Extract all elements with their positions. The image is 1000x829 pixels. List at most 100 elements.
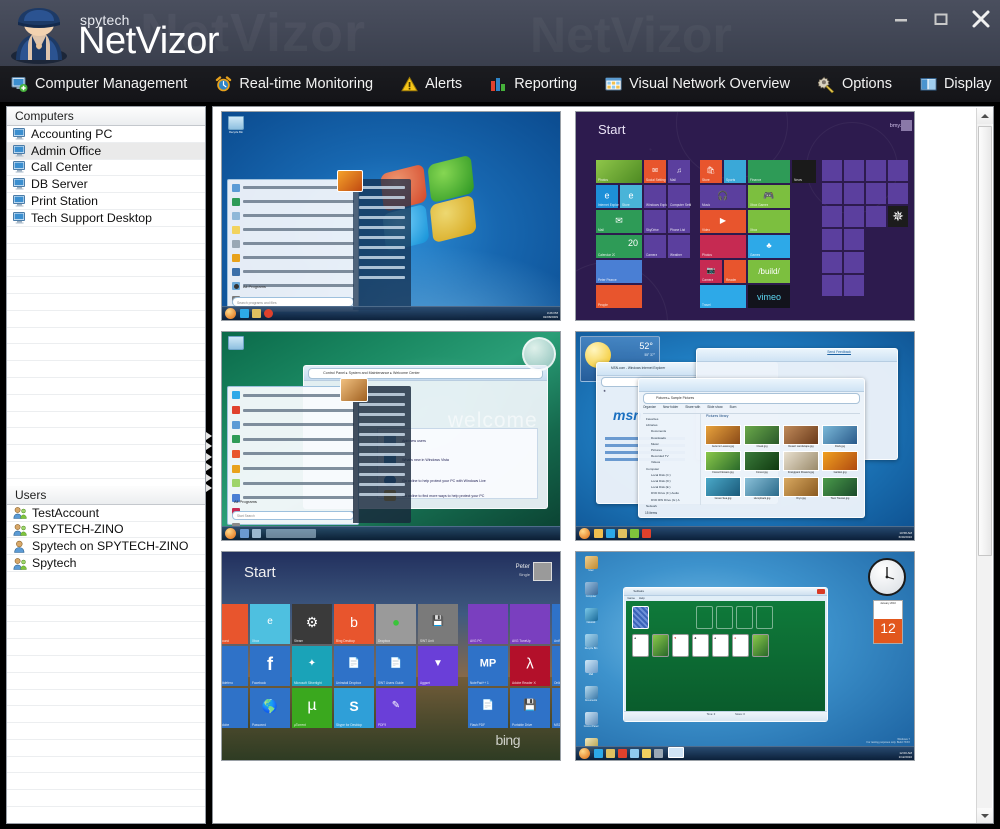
toolbar-burn[interactable]: Burn (730, 405, 737, 413)
menu-item-real-time-monitoring[interactable]: Real-time Monitoring (201, 66, 387, 102)
tile-notepad[interactable]: MPNotePad++ 1 (468, 646, 508, 686)
tile[interactable]: Phone List (668, 210, 690, 233)
tile[interactable]: eXbox (250, 604, 290, 644)
app-tile[interactable] (888, 183, 908, 204)
thumbnail-windows81-start[interactable]: Start Peter Single bing Sound eXbox ⚙Ste… (221, 551, 561, 761)
taskbar-icon[interactable] (630, 749, 639, 758)
tile-skype[interactable]: SSkype for Desktop (334, 688, 374, 728)
tile[interactable]: Finance (748, 160, 790, 183)
computer-list-item[interactable]: DB Server (7, 176, 205, 193)
computer-list-item[interactable]: Call Center (7, 160, 205, 177)
foundation-slot[interactable] (696, 606, 713, 629)
tableau-card[interactable] (752, 634, 769, 657)
tile[interactable]: SkyDrive (644, 210, 666, 233)
app-tile-sun[interactable]: ✵ (888, 206, 908, 227)
toolbar-organize[interactable]: Organize (643, 405, 656, 413)
tile[interactable]: 🎮Xbox Games (748, 185, 790, 208)
tile[interactable]: 📄Flash PDF (468, 688, 508, 728)
foundation-slot[interactable] (716, 606, 733, 629)
tile[interactable]: ✉Social Setting (644, 160, 666, 183)
tile[interactable]: 📷Camera (700, 260, 722, 283)
app-tile[interactable] (844, 252, 864, 273)
menu-item-computer-management[interactable]: Computer Management (0, 66, 201, 102)
tile[interactable]: 💾Portable Drive (510, 688, 550, 728)
taskbar-icon[interactable] (240, 529, 249, 538)
tile[interactable]: Windows Explorer (644, 185, 666, 208)
tile[interactable]: AntiVir (552, 604, 561, 644)
tile[interactable]: 💾SWT Unit (418, 604, 458, 644)
tile-vimeo[interactable]: vimeo (748, 285, 790, 308)
maximize-button[interactable] (928, 6, 954, 32)
tile[interactable]: ✉Mail (596, 210, 642, 233)
app-tile[interactable] (888, 160, 908, 181)
app-tile[interactable] (844, 275, 864, 296)
tile[interactable]: Bitdefend (221, 646, 248, 686)
computer-list-item[interactable]: Tech Support Desktop (7, 210, 205, 227)
foundation-slot[interactable] (736, 606, 753, 629)
menu-game[interactable]: Game (627, 596, 635, 600)
tile-build[interactable]: /build/ (748, 260, 790, 283)
tile[interactable]: Xbox (748, 210, 790, 233)
taskbar-solitaire-button[interactable] (668, 747, 684, 758)
close-button[interactable] (968, 6, 994, 32)
app-tile[interactable] (866, 160, 886, 181)
tile[interactable]: Reader (724, 260, 746, 283)
tile[interactable]: Camera (644, 235, 666, 258)
content-link[interactable]: Go online to find more ways to help prot… (402, 494, 484, 498)
tableau-card[interactable]: ♣ (692, 634, 709, 657)
menu-item-display[interactable]: Display (906, 66, 1000, 102)
taskbar-explorer-icon[interactable] (606, 749, 615, 758)
tile[interactable]: eInternet Explorer (596, 185, 618, 208)
toolbar-new-folder[interactable]: New folder (663, 405, 678, 413)
tile[interactable]: News (792, 160, 816, 183)
app-tile[interactable] (822, 206, 842, 227)
tile-utorrent[interactable]: µµTorrent (292, 688, 332, 728)
app-tile[interactable] (822, 275, 842, 296)
thumbnail-windows8-start[interactable]: Start bmyzp Photos ✉Social Setting ♫Mail… (575, 111, 915, 321)
taskbar-ie-icon[interactable] (240, 309, 249, 318)
thumbnail-windows7-solitaire[interactable]: User Computer Network Recycle Bin Mail D… (575, 551, 915, 761)
tile[interactable]: Peter Pearce (596, 260, 642, 283)
menu-help[interactable]: Help (639, 596, 645, 600)
tile[interactable]: 📄Uninstall Dropbox (334, 646, 374, 686)
tableau-card[interactable]: ♠ (632, 634, 649, 657)
app-tile[interactable] (844, 206, 864, 227)
close-button[interactable] (817, 589, 825, 594)
thumbnail-vista-welcome-center[interactable]: Control Panel ▸ System and Maintenance ▸… (221, 331, 561, 541)
start-orb-icon[interactable] (225, 308, 236, 319)
taskbar-ie-icon[interactable] (594, 749, 603, 758)
solitaire-window[interactable]: Solitaire Game Help (623, 587, 828, 722)
content-link[interactable]: Go online to help protect your PC with W… (402, 479, 486, 483)
user-avatar[interactable] (533, 562, 552, 581)
tile[interactable]: ✎PDF9 (376, 688, 416, 728)
tile[interactable]: ✦Microsoft Silverlight (292, 646, 332, 686)
tile-adobe-reader[interactable]: λAdobe Reader XI (510, 646, 550, 686)
taskbar-icon[interactable] (642, 749, 651, 758)
start-orb-icon[interactable] (225, 528, 236, 539)
tile[interactable]: Sound (221, 604, 248, 644)
app-tile[interactable] (822, 183, 842, 204)
app-tile[interactable] (844, 229, 864, 250)
thumbnail-windows7-explorer[interactable]: 52° 55° 37° Redmond, WA MSN.com - Window… (575, 331, 915, 541)
tile[interactable]: Photos (700, 235, 746, 258)
taskbar-media-icon[interactable] (264, 309, 273, 318)
tile[interactable]: 🛍Store (700, 160, 722, 183)
tile[interactable]: People (596, 285, 642, 308)
computer-list-item-selected[interactable]: Admin Office (7, 143, 205, 160)
tile-facebook[interactable]: fFacebook (250, 646, 290, 686)
app-tile[interactable] (866, 206, 886, 227)
taskbar-icon[interactable] (252, 529, 261, 538)
menu-item-alerts[interactable]: Alerts (387, 66, 476, 102)
tile[interactable]: ▶Video (700, 210, 746, 233)
app-tile[interactable] (844, 183, 864, 204)
thumbnail-windows7-startmenu[interactable]: Recycle Bin (221, 111, 561, 321)
vertical-scrollbar[interactable] (976, 108, 992, 824)
start-orb-icon[interactable] (579, 748, 590, 759)
tableau-card[interactable]: ♥ (672, 634, 689, 657)
taskbar-icon[interactable] (630, 529, 639, 538)
minimize-button[interactable] (888, 6, 914, 32)
foundation-slot[interactable] (756, 606, 773, 629)
tile[interactable]: ♣Games (748, 235, 790, 258)
send-feedback-link[interactable]: Send Feedback (827, 350, 851, 354)
app-tile[interactable] (822, 252, 842, 273)
